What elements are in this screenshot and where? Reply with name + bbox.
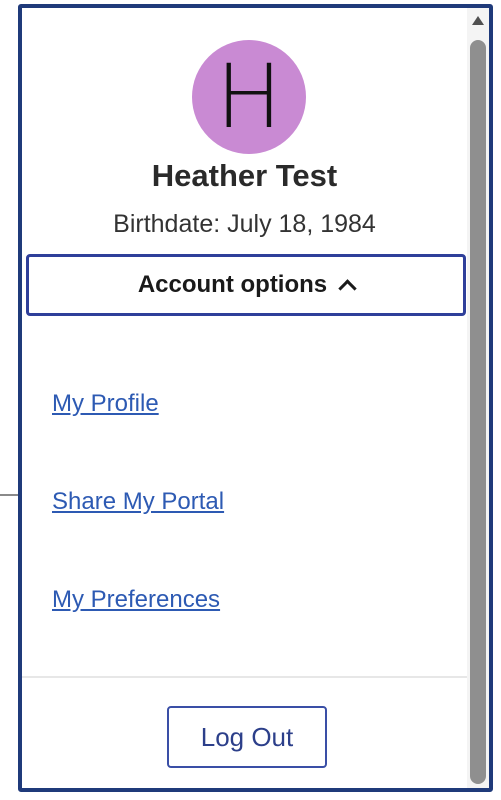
chevron-up-icon — [338, 278, 357, 298]
scrollbar-thumb[interactable] — [470, 40, 486, 784]
account-options-label: Account options — [137, 271, 328, 298]
log-out-button[interactable]: Log Out — [167, 706, 327, 768]
my-profile-link[interactable]: My Profile — [52, 390, 159, 418]
divider — [22, 676, 467, 678]
account-popup-panel: H Heather Test Birthdate: July 18, 1984 … — [18, 4, 493, 792]
scroll-up-arrow-icon[interactable] — [472, 16, 484, 25]
share-my-portal-link[interactable]: Share My Portal — [52, 488, 224, 516]
my-preferences-link[interactable]: My Preferences — [52, 586, 220, 614]
avatar: H — [192, 40, 306, 154]
account-options-button[interactable]: Account options — [26, 254, 466, 316]
user-name: Heather Test — [151, 158, 338, 193]
birthdate: Birthdate: July 18, 1984 — [113, 210, 376, 238]
account-popup-content: H Heather Test Birthdate: July 18, 1984 … — [22, 8, 467, 788]
vertical-scrollbar[interactable] — [467, 8, 489, 788]
log-out-label: Log Out — [200, 721, 294, 752]
avatar-initial: H — [215, 45, 283, 148]
